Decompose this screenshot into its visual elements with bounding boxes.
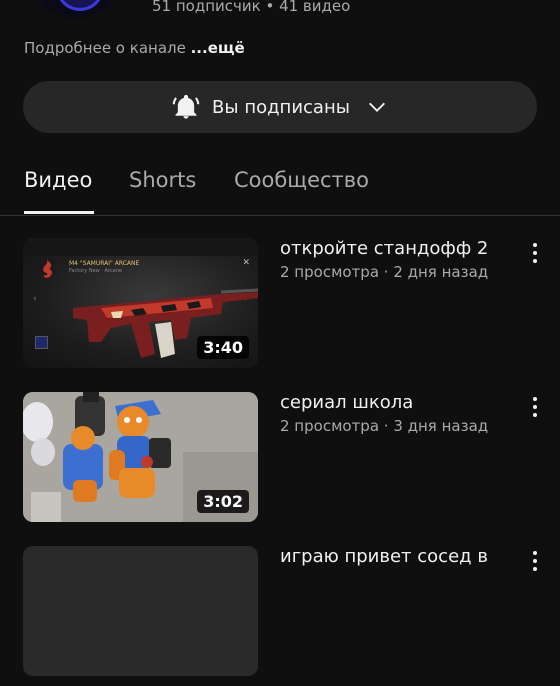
subscribed-button[interactable]: Вы подписаны: [23, 81, 537, 133]
video-title[interactable]: откройте стандофф 2: [280, 238, 488, 259]
tab-community[interactable]: Сообщество: [234, 168, 369, 192]
close-icon: ✕: [242, 258, 250, 268]
channel-avatar[interactable]: [30, 0, 122, 18]
tab-videos[interactable]: Видео: [24, 168, 92, 192]
game-badge-icon: [35, 336, 48, 349]
bell-filled-icon: [172, 94, 200, 119]
dragon-emblem-icon: [43, 260, 52, 278]
video-title[interactable]: играю привет сосед в: [280, 546, 488, 567]
more-options-icon[interactable]: [525, 548, 545, 574]
tabs-divider: [0, 215, 560, 216]
thumbnail-topbar: [23, 238, 258, 256]
skin-title-text: M4 "SAMURAI" ARCANE: [69, 260, 140, 267]
channel-description[interactable]: Подробнее о канале ...ещё: [24, 39, 245, 57]
video-item[interactable]: играю привет сосед в: [0, 546, 560, 686]
video-title[interactable]: сериал школа: [280, 392, 413, 413]
video-thumbnail[interactable]: M4 "SAMURAI" ARCANE Factory New · Arcane…: [23, 238, 258, 368]
more-link[interactable]: ...ещё: [191, 39, 245, 57]
channel-tabs: Видео Shorts Сообщество: [0, 160, 560, 215]
channel-stats: 51 подписчик • 41 видео: [152, 0, 351, 15]
video-duration: 3:40: [197, 336, 249, 359]
video-duration: 3:02: [197, 490, 249, 513]
more-options-icon[interactable]: [525, 394, 545, 420]
video-thumbnail[interactable]: [23, 546, 258, 676]
subscribed-label: Вы подписаны: [212, 96, 350, 118]
shield-logo-icon: [56, 0, 104, 11]
video-item[interactable]: M4 "SAMURAI" ARCANE Factory New · Arcane…: [0, 238, 560, 378]
video-thumbnail[interactable]: 3:02: [23, 392, 258, 522]
more-options-icon[interactable]: [525, 240, 545, 266]
active-tab-indicator: [24, 211, 94, 214]
video-meta: 2 просмотра · 2 дня назад: [280, 263, 489, 281]
tab-shorts[interactable]: Shorts: [129, 168, 196, 192]
video-item[interactable]: 3:02 сериал школа 2 просмотра · 3 дня на…: [0, 392, 560, 532]
video-meta: 2 просмотра · 3 дня назад: [280, 417, 489, 435]
chevron-down-icon: [368, 102, 385, 112]
description-text: Подробнее о канале: [24, 39, 191, 57]
chevron-left-icon: ‹: [33, 294, 37, 304]
